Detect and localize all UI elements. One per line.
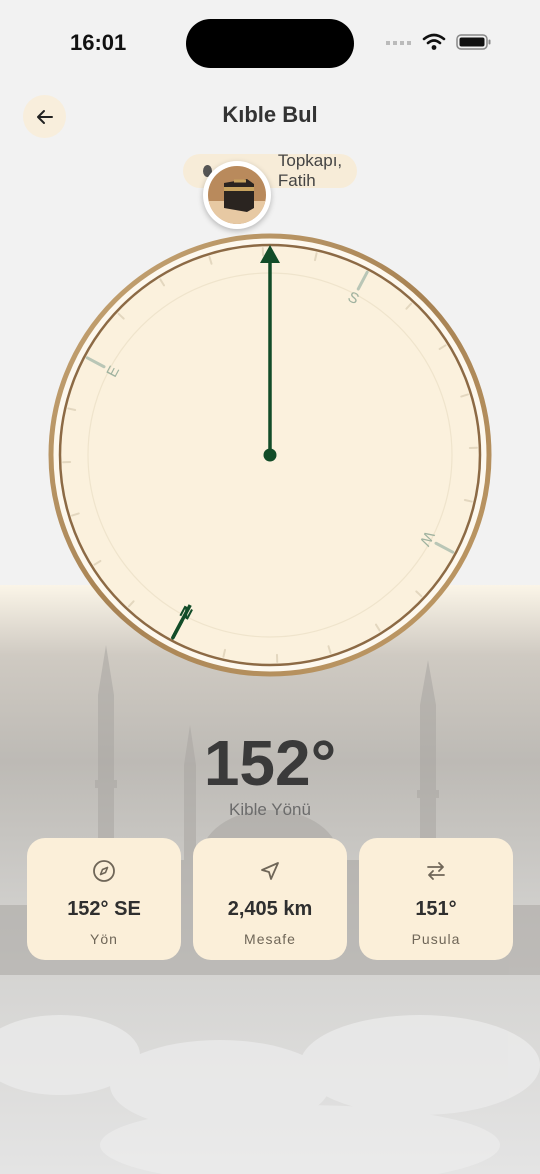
kaaba-badge: [203, 161, 271, 229]
header: Kıble Bul: [0, 92, 540, 140]
distance-label: Mesafe: [244, 931, 296, 947]
compass-heading-label: Pusula: [411, 931, 461, 947]
compass-center-dot: [263, 448, 277, 462]
info-cards: 152° SE Yön 2,405 km Mesafe 151° Pusula: [27, 838, 513, 960]
battery-icon: [456, 34, 491, 50]
compass-icon: [93, 860, 115, 882]
compass-heading-value: 151°: [415, 898, 457, 920]
distance-value: 2,405 km: [227, 898, 313, 920]
status-time: 16:01: [70, 30, 127, 55]
direction-value: 152° SE: [67, 898, 141, 920]
direction-card[interactable]: 152° SE Yön: [27, 838, 181, 960]
qibla-angle-value: 152°: [203, 727, 337, 799]
status-bar: 16:01: [0, 0, 540, 88]
compass-heading-card[interactable]: 151° Pusula: [359, 838, 513, 960]
qibla-compass: N E S W: [48, 233, 492, 677]
status-icons: [386, 33, 492, 51]
swap-arrows-icon: [427, 862, 445, 880]
cellular-signal-icon: [386, 41, 411, 45]
qibla-angle-label: Kible Yönü: [229, 800, 311, 819]
direction-label: Yön: [90, 931, 118, 947]
wifi-icon: [422, 33, 446, 50]
dynamic-island: [186, 19, 354, 68]
navigation-arrow-icon: [261, 862, 279, 880]
distance-card[interactable]: 2,405 km Mesafe: [193, 838, 347, 960]
kaaba-icon: [208, 166, 266, 224]
page-title: Kıble Bul: [222, 102, 318, 127]
